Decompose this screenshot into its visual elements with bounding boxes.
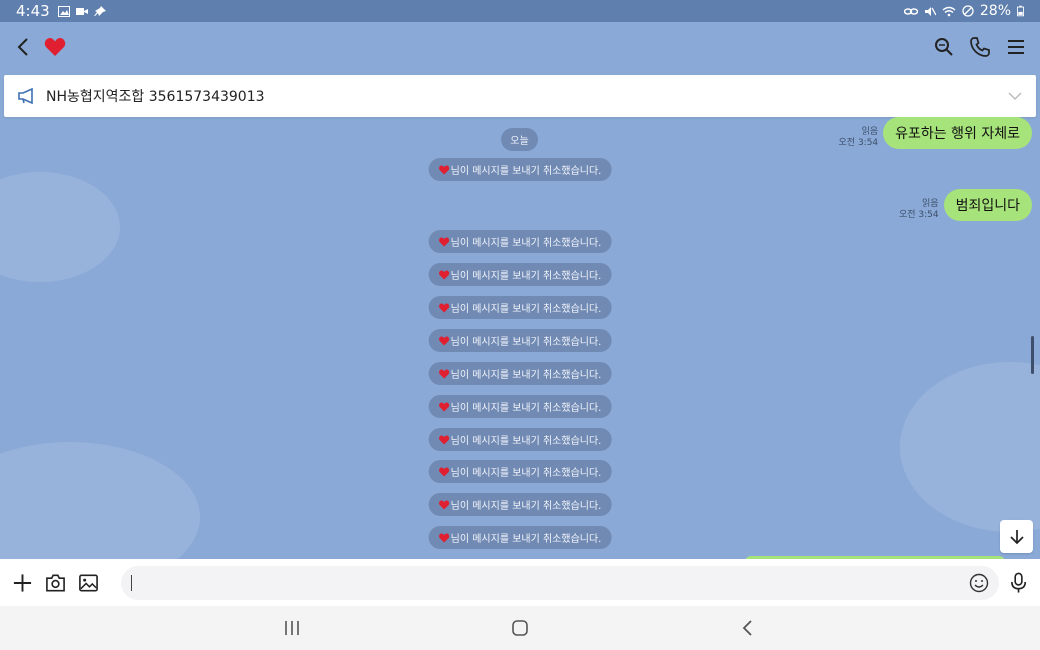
heart-icon xyxy=(439,165,450,174)
message-meta: 읽음 오전 3:54 xyxy=(839,127,879,149)
system-message-text: 님이 메시지를 보내기 취소했습니다. xyxy=(450,337,602,348)
heart-icon xyxy=(439,402,450,411)
heart-icon xyxy=(44,38,66,56)
mute-icon xyxy=(924,6,936,16)
date-divider: 오늘 xyxy=(501,128,538,151)
notice-text: NH농협지역조합 3561573439013 xyxy=(46,89,265,105)
plus-icon[interactable] xyxy=(12,572,33,594)
input-bar xyxy=(0,559,1040,606)
heart-icon xyxy=(439,435,450,444)
message-meta: 읽음 오전 3:54 xyxy=(899,199,939,221)
system-message-text: 님이 메시지를 보내기 취소했습니다. xyxy=(450,238,602,249)
read-status: 읽음 xyxy=(922,199,939,209)
back-icon[interactable] xyxy=(14,37,34,57)
message-time: 오전 3:54 xyxy=(898,210,939,220)
text-caret xyxy=(130,574,132,591)
system-message-text: 님이 메시지를 보내기 취소했습니다. xyxy=(450,304,602,315)
image-icon[interactable] xyxy=(78,572,99,594)
system-message: 님이 메시지를 보내기 취소했습니다. xyxy=(428,428,612,451)
heart-icon xyxy=(439,336,450,345)
home-icon[interactable] xyxy=(510,618,530,638)
battery-icon xyxy=(1017,5,1024,17)
wifi-icon xyxy=(942,6,956,16)
message-bubble[interactable]: 범죄입니다 xyxy=(943,189,1032,221)
gallery-icon xyxy=(57,5,70,17)
mic-icon[interactable] xyxy=(1009,572,1028,594)
link-icon xyxy=(903,7,918,15)
recents-icon[interactable] xyxy=(282,618,302,638)
dnd-icon xyxy=(962,5,974,17)
menu-icon[interactable] xyxy=(1006,37,1026,57)
scroll-down-button[interactable] xyxy=(1000,520,1033,553)
heart-icon xyxy=(439,500,450,509)
system-message: 님이 메시지를 보내기 취소했습니다. xyxy=(428,158,612,181)
system-message: 님이 메시지를 보내기 취소했습니다. xyxy=(428,230,612,253)
chevron-down-icon[interactable] xyxy=(1008,91,1022,101)
heart-icon xyxy=(439,467,450,476)
system-message: 님이 메시지를 보내기 취소했습니다. xyxy=(428,460,612,483)
notice-banner[interactable]: NH농협지역조합 3561573439013 xyxy=(4,75,1036,117)
message-input[interactable] xyxy=(120,565,999,600)
heart-icon xyxy=(439,369,450,378)
system-message-text: 님이 메시지를 보내기 취소했습니다. xyxy=(450,166,602,177)
search-icon[interactable] xyxy=(934,37,954,57)
status-time: 4:43 xyxy=(16,2,50,20)
nav-back-icon[interactable] xyxy=(738,618,758,638)
megaphone-icon xyxy=(18,88,33,104)
system-message-text: 님이 메시지를 보내기 취소했습니다. xyxy=(450,403,602,414)
arrow-down-icon xyxy=(1009,529,1024,544)
system-message-text: 님이 메시지를 보내기 취소했습니다. xyxy=(450,534,602,545)
battery-text: 28% xyxy=(979,3,1011,19)
system-message-text: 님이 메시지를 보내기 취소했습니다. xyxy=(450,436,602,447)
read-status: 읽음 xyxy=(861,127,879,137)
heart-icon xyxy=(439,237,450,246)
system-message: 님이 메시지를 보내기 취소했습니다. xyxy=(428,526,612,549)
system-message: 님이 메시지를 보내기 취소했습니다. xyxy=(428,263,612,286)
system-message: 님이 메시지를 보내기 취소했습니다. xyxy=(428,362,612,385)
message-bubble[interactable]: 유포하는 행위 자체로 xyxy=(883,117,1032,149)
system-message-text: 님이 메시지를 보내기 취소했습니다. xyxy=(450,501,602,512)
heart-icon xyxy=(439,270,450,279)
heart-icon xyxy=(439,533,450,542)
pin-icon xyxy=(93,5,106,16)
system-message: 님이 메시지를 보내기 취소했습니다. xyxy=(428,296,612,319)
system-message: 님이 메시지를 보내기 취소했습니다. xyxy=(428,493,612,516)
status-bar: 4:43 28% xyxy=(0,0,1040,22)
message-time: 오전 3:54 xyxy=(838,138,879,148)
video-icon xyxy=(75,7,88,15)
heart-icon xyxy=(439,303,450,312)
chat-header xyxy=(0,22,1040,72)
system-message-text: 님이 메시지를 보내기 취소했습니다. xyxy=(450,370,602,381)
camera-icon[interactable] xyxy=(45,572,66,594)
system-message: 님이 메시지를 보내기 취소했습니다. xyxy=(428,395,612,418)
system-message-text: 님이 메시지를 보내기 취소했습니다. xyxy=(450,468,602,479)
system-message: 님이 메시지를 보내기 취소했습니다. xyxy=(428,329,612,352)
system-message-text: 님이 메시지를 보내기 취소했습니다. xyxy=(450,271,602,282)
emoji-icon[interactable] xyxy=(969,573,989,593)
phone-icon[interactable] xyxy=(970,37,990,57)
scrollbar[interactable] xyxy=(1031,336,1034,374)
message-2: 읽음 오전 3:54 범죄입니다 xyxy=(899,189,1032,221)
message-1: 읽음 오전 3:54 유포하는 행위 자체로 xyxy=(839,117,1032,149)
system-nav-bar xyxy=(0,606,1040,650)
